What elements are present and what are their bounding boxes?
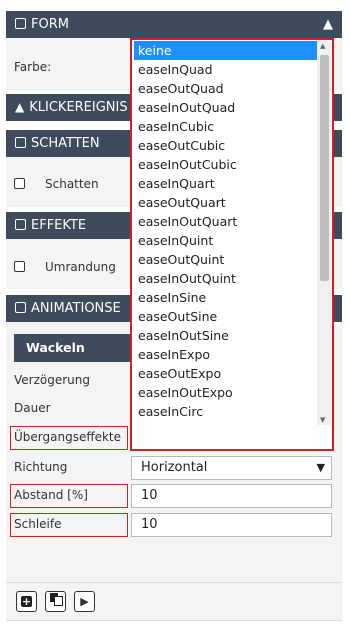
farbe-label: Farbe: bbox=[14, 60, 52, 74]
dropdown-option[interactable]: easeInQuart bbox=[134, 174, 318, 193]
scroll-down-icon[interactable]: ▼ bbox=[320, 416, 325, 424]
border-checkbox[interactable] bbox=[14, 261, 25, 272]
dropdown-option[interactable]: easeOutQuint bbox=[134, 250, 318, 269]
dropdown-option[interactable]: easeInOutSine bbox=[134, 326, 318, 345]
scroll-up-icon[interactable]: ▲ bbox=[320, 42, 325, 50]
distance-input-value: 10 bbox=[141, 488, 158, 503]
animation-header-checkbox-icon bbox=[15, 302, 26, 313]
delay-label: Verzögerung bbox=[14, 373, 90, 387]
copy-button[interactable] bbox=[45, 591, 66, 612]
loop-label: Schleife bbox=[14, 517, 62, 531]
dropdown-option[interactable]: easeInExpo bbox=[134, 345, 318, 364]
form-section-title: FORM bbox=[31, 17, 69, 32]
form-checkbox-icon bbox=[15, 18, 26, 29]
plus-icon: + bbox=[21, 595, 32, 608]
dropdown-option[interactable]: easeInOutQuad bbox=[134, 98, 318, 117]
click-section-title: KLICKEREIGNIS bbox=[29, 100, 128, 115]
dropdown-option[interactable]: easeOutQuad bbox=[134, 79, 318, 98]
direction-select-value: Horizontal bbox=[141, 460, 208, 475]
dropdown-option[interactable]: easeOutCubic bbox=[134, 136, 318, 155]
dropdown-option[interactable]: easeInOutQuart bbox=[134, 212, 318, 231]
animation-tab-wackeln[interactable]: Wackeln bbox=[14, 334, 144, 362]
shadow-checkbox[interactable] bbox=[14, 178, 25, 189]
dropdown-scrollbar[interactable]: ▲ ▼ bbox=[317, 41, 331, 425]
play-button[interactable]: ▶ bbox=[74, 591, 95, 612]
form-section-header[interactable]: FORM ▲ bbox=[6, 11, 342, 38]
add-button[interactable]: + bbox=[16, 591, 37, 612]
dropdown-option[interactable]: easeInOutQuint bbox=[134, 269, 318, 288]
dropdown-option[interactable]: easeOutExpo bbox=[134, 364, 318, 383]
loop-input-value: 10 bbox=[141, 517, 158, 532]
transition-dropdown-list[interactable]: keine easeInQuad easeOutQuad easeInOutQuad e… bbox=[130, 38, 334, 451]
shadow-checkbox-label: Schatten bbox=[45, 177, 99, 191]
chevron-up-icon[interactable]: ▲ bbox=[323, 11, 333, 38]
direction-select[interactable]: Horizontal ▼ bbox=[131, 456, 332, 480]
loop-input[interactable]: 10 bbox=[131, 513, 332, 537]
dropdown-option[interactable]: easeInSine bbox=[134, 288, 318, 307]
transition-label: Übergangseffekte bbox=[14, 430, 122, 444]
bottom-divider bbox=[6, 582, 342, 583]
effects-section-title: EFFEKTE bbox=[31, 218, 87, 233]
dropdown-option[interactable]: easeInOutExpo bbox=[134, 383, 318, 402]
animation-section-title: ANIMATIONSE bbox=[31, 301, 121, 316]
cursor-icon: ▲ bbox=[15, 100, 25, 114]
shadow-header-checkbox-icon bbox=[15, 137, 26, 148]
copy-icon bbox=[49, 593, 63, 606]
distance-label: Abstand [%] bbox=[14, 488, 88, 502]
direction-label: Richtung bbox=[14, 460, 68, 474]
dropdown-option[interactable]: easeInOutCubic bbox=[134, 155, 318, 174]
triangle-down-icon: ▼ bbox=[316, 461, 325, 474]
dropdown-option[interactable]: easeInQuad bbox=[134, 60, 318, 79]
scrollbar-thumb[interactable] bbox=[320, 55, 329, 281]
play-icon: ▶ bbox=[80, 595, 89, 608]
dropdown-option[interactable]: easeInCirc bbox=[134, 402, 318, 421]
border-checkbox-label: Umrandung bbox=[45, 260, 116, 274]
dropdown-option[interactable]: keine bbox=[134, 41, 318, 60]
duration-label: Dauer bbox=[14, 401, 51, 415]
shadow-section-title: SCHATTEN bbox=[31, 136, 100, 151]
distance-input[interactable]: 10 bbox=[131, 484, 332, 508]
effects-header-checkbox-icon bbox=[15, 219, 26, 230]
dropdown-option[interactable]: easeOutQuart bbox=[134, 193, 318, 212]
dropdown-option[interactable]: easeOutSine bbox=[134, 307, 318, 326]
dropdown-option[interactable]: easeInCubic bbox=[134, 117, 318, 136]
animation-tab-label: Wackeln bbox=[26, 340, 85, 355]
dropdown-option[interactable]: easeInQuint bbox=[134, 231, 318, 250]
